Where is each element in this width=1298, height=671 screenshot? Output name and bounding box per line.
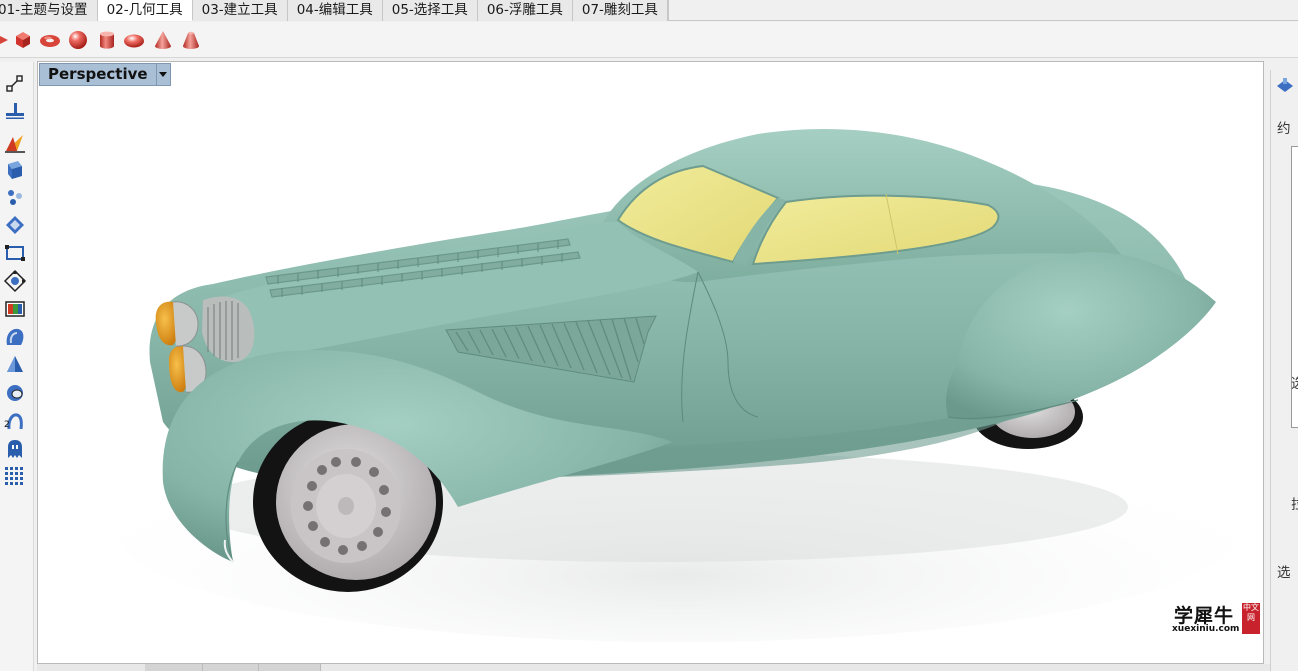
panel-label-select: 选 <box>1291 376 1298 392</box>
cone-icon[interactable] <box>151 28 175 52</box>
counter-tool[interactable]: 2 <box>3 409 27 433</box>
cylinder-icon[interactable] <box>95 28 119 52</box>
gumball-icon[interactable] <box>3 269 27 293</box>
viewport-tab-strip <box>37 664 1270 671</box>
panel-tool-icon[interactable] <box>1275 76 1295 96</box>
torus-icon[interactable] <box>38 28 62 52</box>
geometry-toolbar <box>0 22 1298 58</box>
panel-label-constraint: 约 <box>1277 121 1291 137</box>
cube-face-icon[interactable] <box>3 158 27 182</box>
tab-select-tools[interactable]: 05-选择工具 <box>382 0 478 21</box>
pyramid-icon[interactable] <box>3 353 27 377</box>
viewport-tab[interactable] <box>145 664 203 671</box>
viewport-menu-dropdown[interactable] <box>155 64 170 85</box>
ellipsoid-icon[interactable] <box>122 28 146 52</box>
scatter-icon[interactable] <box>3 185 27 209</box>
watermark-en-text: xuexiniu.com <box>1172 624 1240 634</box>
watermark-seal: 中文网 <box>1242 603 1260 634</box>
tab-theme-settings[interactable]: 01-主题与设置 <box>0 0 98 21</box>
truncated-cone-icon[interactable] <box>179 28 203 52</box>
panel-label-options: 选 <box>1277 565 1291 581</box>
counter-tool-label: 2 <box>4 420 10 430</box>
perspective-viewport[interactable]: Perspective 学犀牛 xuexiniu.com 中文网 <box>37 61 1264 664</box>
tab-edit-tools[interactable]: 04-编辑工具 <box>287 0 383 21</box>
box-icon[interactable] <box>11 28 35 52</box>
sphere-cut-icon[interactable] <box>3 381 27 405</box>
sphere-icon[interactable] <box>66 28 90 52</box>
viewport-title-tab[interactable]: Perspective <box>39 63 171 86</box>
properties-panel: 约 选 拉 选 <box>1270 70 1298 671</box>
viewport-tab[interactable] <box>203 664 259 671</box>
move-icon[interactable] <box>3 213 27 237</box>
toolbar-tab-bar: 01-主题与设置 02-几何工具 03-建立工具 04-编辑工具 05-选择工具… <box>0 0 1298 21</box>
explode-icon[interactable] <box>3 131 27 155</box>
watermark-logo: 学犀牛 xuexiniu.com 中文网 <box>1167 599 1263 639</box>
viewport-tab[interactable] <box>259 664 321 671</box>
tab-sculpt-tools[interactable]: 07-雕刻工具 <box>572 0 668 21</box>
rectangle-icon[interactable] <box>3 241 27 265</box>
ghost-icon[interactable] <box>3 437 27 461</box>
viewport-title-label[interactable]: Perspective <box>40 64 156 85</box>
tab-relief-tools[interactable]: 06-浮雕工具 <box>477 0 573 21</box>
left-tool-column: 2 <box>0 62 34 671</box>
dimension-icon[interactable] <box>3 99 27 123</box>
point-grid-icon[interactable] <box>3 72 27 96</box>
car-model-render <box>118 129 1238 642</box>
tab-bar-empty <box>667 0 1298 20</box>
color-bar-icon[interactable] <box>3 297 27 321</box>
dot-grid-icon[interactable] <box>3 465 27 489</box>
panel-label-pull: 拉 <box>1291 497 1298 513</box>
shell-icon[interactable] <box>3 325 27 349</box>
tab-build-tools[interactable]: 03-建立工具 <box>192 0 288 21</box>
tab-geometry-tools[interactable]: 02-几何工具 <box>97 0 193 21</box>
rhino-app-window: 01-主题与设置 02-几何工具 03-建立工具 04-编辑工具 05-选择工具… <box>0 0 1298 671</box>
chevron-down-icon <box>159 72 168 77</box>
